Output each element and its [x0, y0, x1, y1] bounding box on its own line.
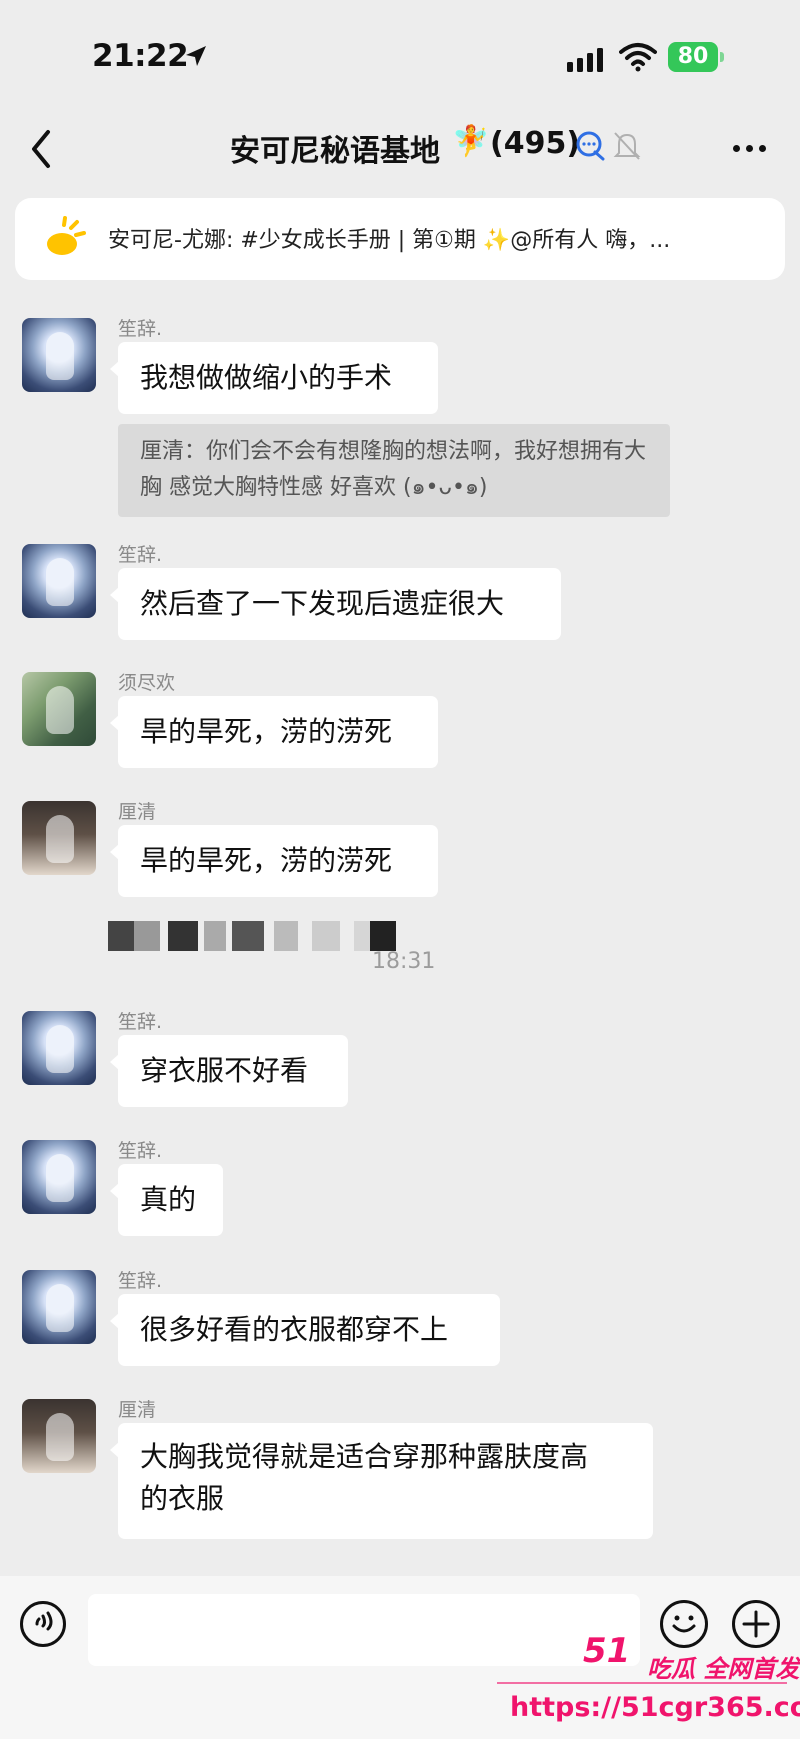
- avatar[interactable]: [22, 801, 96, 875]
- battery-level: 80: [668, 42, 718, 72]
- voice-icon: [35, 1611, 53, 1631]
- battery-indicator: 80: [668, 42, 726, 72]
- message-bubble[interactable]: 我想做做缩小的手术: [118, 342, 438, 414]
- message-bubble[interactable]: 旱的旱死，涝的涝死: [118, 696, 438, 768]
- smile-icon: [672, 1615, 696, 1633]
- dot-icon: [733, 145, 740, 152]
- sender-name: 笙辞.: [118, 1011, 163, 1033]
- sender-name: 厘清: [118, 801, 157, 823]
- plus-button[interactable]: [732, 1600, 780, 1648]
- avatar[interactable]: [22, 318, 96, 392]
- dot-icon: [746, 145, 753, 152]
- sender-name: 笙辞.: [118, 318, 163, 340]
- message-bubble[interactable]: 真的: [118, 1164, 223, 1236]
- plus-icon: [742, 1610, 770, 1638]
- message-bubble[interactable]: 旱的旱死，涝的涝死: [118, 825, 438, 897]
- voice-button[interactable]: [20, 1601, 66, 1647]
- pixel-block: [274, 921, 298, 951]
- sender-name: 须尽欢: [118, 672, 176, 694]
- avatar-figure: [46, 1413, 74, 1461]
- wifi-icon: [619, 43, 657, 72]
- announcement-banner[interactable]: 安可尼-尤娜: #少女成长手册 | 第①期 ✨@所有人 嗨，...: [15, 198, 785, 280]
- message-bubble[interactable]: 然后查了一下发现后遗症很大: [118, 568, 561, 640]
- chat-title: 安可尼秘语基地: [230, 134, 440, 169]
- avatar[interactable]: [22, 544, 96, 618]
- fairy-emoji: 🧚: [452, 124, 490, 159]
- emoji-button[interactable]: [660, 1600, 708, 1648]
- sender-name: 厘清: [118, 1399, 157, 1421]
- message-line: 的衣服: [140, 1482, 225, 1515]
- sender-name: 笙辞.: [118, 1140, 163, 1162]
- mute-bell-icon: [613, 132, 641, 160]
- dot-icon: [759, 145, 766, 152]
- message-input[interactable]: [88, 1594, 640, 1666]
- pixel-block: [204, 921, 226, 951]
- watermark-tagline: 吃瓜 全网首发: [647, 1655, 800, 1683]
- more-options-button[interactable]: [728, 124, 772, 174]
- back-button[interactable]: [22, 124, 62, 174]
- watermark-brand: 51: [583, 1631, 631, 1671]
- pixel-block: [232, 921, 264, 951]
- avatar[interactable]: [22, 1011, 96, 1085]
- watermark-divider: [497, 1682, 787, 1684]
- pixel-block: [370, 921, 396, 951]
- avatar-figure: [46, 815, 74, 863]
- announcement-icon: [47, 216, 86, 255]
- cellular-signal-icon: [567, 48, 603, 72]
- message-line: 大胸我觉得就是适合穿那种露肤度高: [140, 1440, 589, 1473]
- sender-name: 笙辞.: [118, 544, 163, 566]
- avatar-figure: [46, 1284, 74, 1332]
- announcement-text: 安可尼-尤娜: #少女成长手册 | 第①期 ✨@所有人 嗨，...: [108, 228, 671, 253]
- pixel-block: [312, 921, 340, 951]
- pixel-block: [134, 921, 160, 951]
- avatar[interactable]: [22, 1270, 96, 1344]
- member-count: (495): [490, 126, 581, 161]
- pixel-block: [108, 921, 134, 951]
- avatar-figure: [46, 1025, 74, 1073]
- message-bubble[interactable]: 很多好看的衣服都穿不上: [118, 1294, 500, 1366]
- status-time: 21:22: [92, 38, 189, 74]
- status-bar: 21:22 80: [0, 0, 800, 110]
- avatar[interactable]: [22, 1399, 96, 1473]
- watermark-url: https://51cgr365.com: [510, 1692, 800, 1723]
- chat-header: 安可尼秘语基地 🧚 (495): [0, 110, 800, 190]
- location-arrow-icon: [186, 46, 206, 66]
- chat-bubble-icon: [576, 131, 605, 161]
- avatar-figure: [46, 558, 74, 606]
- message-bubble[interactable]: 穿衣服不好看: [118, 1035, 348, 1107]
- avatar[interactable]: [22, 672, 96, 746]
- avatar-figure: [46, 332, 74, 380]
- avatar-figure: [46, 1154, 74, 1202]
- pixelated-content: [108, 915, 408, 955]
- quoted-message[interactable]: 厘清：你们会不会有想隆胸的想法啊，我好想拥有大胸 感觉大胸特性感 好喜欢 (๑•…: [118, 424, 670, 517]
- message-timestamp: 18:31: [372, 949, 436, 974]
- battery-tip: [720, 52, 724, 62]
- sender-name: 笙辞.: [118, 1270, 163, 1292]
- avatar-figure: [46, 686, 74, 734]
- pixel-block: [168, 921, 198, 951]
- avatar[interactable]: [22, 1140, 96, 1214]
- message-bubble[interactable]: 大胸我觉得就是适合穿那种露肤度高 的衣服: [118, 1423, 653, 1539]
